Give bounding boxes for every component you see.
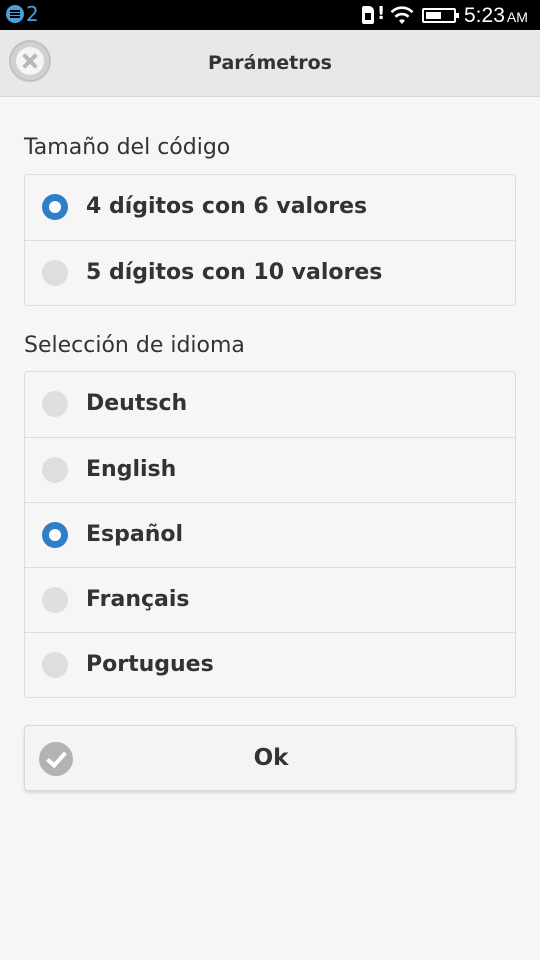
radio-code-size-5[interactable] bbox=[42, 260, 68, 286]
language-option-espanol[interactable]: Español bbox=[25, 502, 515, 567]
language-option-deutsch[interactable]: Deutsch bbox=[25, 372, 515, 437]
clock-ampm: AM bbox=[506, 9, 528, 25]
radio-code-size-4[interactable] bbox=[42, 194, 68, 220]
code-size-label: Tamaño del código bbox=[24, 135, 231, 160]
radio-espanol[interactable] bbox=[42, 522, 68, 548]
sim-card-icon bbox=[362, 6, 374, 24]
radio-francais[interactable] bbox=[42, 587, 68, 613]
code-size-options: 4 dígitos con 6 valores 5 dígitos con 10… bbox=[24, 174, 516, 306]
notification-count: 2 bbox=[26, 2, 39, 26]
option-label: English bbox=[86, 457, 177, 482]
option-label: Deutsch bbox=[86, 391, 188, 416]
option-label: 5 dígitos con 10 valores bbox=[86, 260, 383, 285]
language-option-portugues[interactable]: Portugues bbox=[25, 632, 515, 697]
radio-english[interactable] bbox=[42, 457, 68, 483]
code-size-option-5[interactable]: 5 dígitos con 10 valores bbox=[25, 240, 515, 305]
option-label: Français bbox=[86, 587, 190, 612]
page-title: Parámetros bbox=[208, 52, 332, 74]
ok-button[interactable]: Ok bbox=[24, 725, 516, 791]
close-icon bbox=[16, 47, 44, 75]
radio-portugues[interactable] bbox=[42, 652, 68, 678]
battery-icon bbox=[422, 8, 459, 23]
code-size-option-4[interactable]: 4 dígitos con 6 valores bbox=[25, 175, 515, 240]
notification-icon[interactable] bbox=[6, 5, 24, 23]
ok-button-label: Ok bbox=[253, 745, 289, 771]
close-button[interactable] bbox=[9, 40, 51, 82]
option-label: Español bbox=[86, 522, 184, 547]
language-option-english[interactable]: English bbox=[25, 437, 515, 502]
header-bar: Parámetros bbox=[0, 30, 540, 97]
wifi-icon bbox=[390, 6, 414, 24]
radio-deutsch[interactable] bbox=[42, 391, 68, 417]
sim-alert-mark: ! bbox=[377, 3, 386, 24]
clock-time: 5:23 bbox=[464, 4, 505, 27]
language-options: Deutsch English Español Français Portugu… bbox=[24, 371, 516, 698]
status-bar: 2 ! 5:23 AM bbox=[0, 0, 540, 30]
language-label: Selección de idioma bbox=[24, 333, 245, 358]
option-label: 4 dígitos con 6 valores bbox=[86, 194, 368, 219]
check-icon bbox=[39, 742, 73, 776]
language-option-francais[interactable]: Français bbox=[25, 567, 515, 632]
clock: 5:23 AM bbox=[464, 3, 528, 30]
option-label: Portugues bbox=[86, 652, 214, 677]
